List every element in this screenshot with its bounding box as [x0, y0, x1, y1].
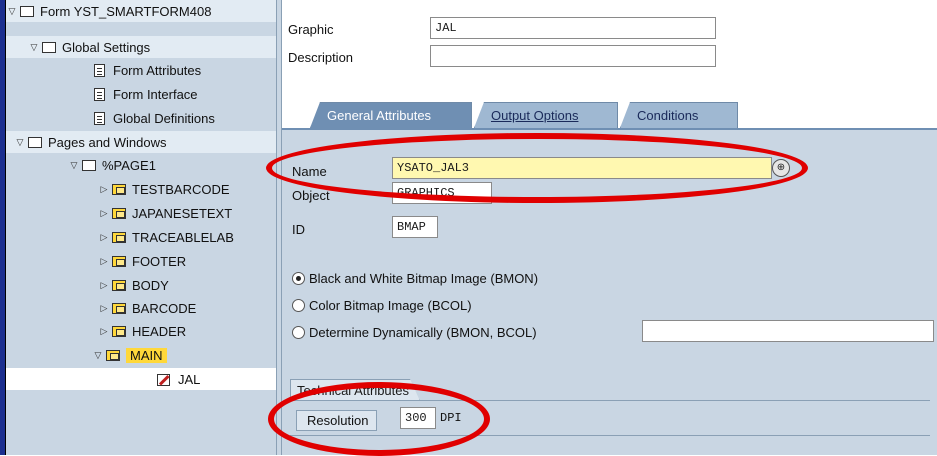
object-field[interactable]: GRAPHICS	[392, 182, 492, 204]
folder-icon	[42, 41, 56, 53]
graphic-label: Graphic	[288, 22, 334, 37]
tab-conditions[interactable]: Conditions	[620, 102, 738, 128]
triangle-right-icon[interactable]: ▷	[98, 184, 110, 195]
tree-node-window[interactable]: ▷ BODY	[6, 274, 276, 296]
tree-label: JAPANESETEXT	[132, 205, 233, 221]
header-area: Graphic JAL Description General Attribut…	[282, 0, 937, 128]
radio-label: Color Bitmap Image (BCOL)	[309, 298, 472, 313]
group-title: Technical Attributes	[297, 383, 410, 398]
window-icon	[106, 349, 120, 361]
resolution-unit: DPI	[440, 411, 462, 425]
tree-node-window[interactable]: ▷ BARCODE	[6, 297, 276, 319]
tree-node-form-interface[interactable]: Form Interface	[6, 83, 276, 105]
window-icon	[112, 183, 126, 195]
document-icon	[94, 87, 105, 101]
triangle-down-icon[interactable]: ▽	[68, 160, 80, 171]
tree-node-global-definitions[interactable]: Global Definitions	[6, 107, 276, 129]
tree-label: %PAGE1	[102, 157, 156, 173]
triangle-right-icon[interactable]: ▷	[98, 208, 110, 219]
id-label: ID	[292, 222, 305, 237]
radio-dynamic[interactable]: Determine Dynamically (BMON, BCOL)	[292, 325, 537, 340]
window-icon	[112, 255, 126, 267]
tree-node-window[interactable]: ▷ HEADER	[6, 320, 276, 342]
tree-label: TESTBARCODE	[132, 181, 230, 197]
tree-node-pages-and-windows[interactable]: ▽ Pages and Windows	[6, 131, 276, 153]
tree-label: FOOTER	[132, 253, 187, 269]
tree-label: BODY	[132, 277, 169, 293]
tree-label: Global Settings	[62, 39, 151, 55]
radio-bcol[interactable]: Color Bitmap Image (BCOL)	[292, 298, 472, 313]
resolution-label: Resolution	[296, 410, 378, 431]
tree-label: MAIN	[126, 347, 167, 363]
node-editor: Graphic JAL Description General Attribut…	[282, 0, 937, 455]
radio-button[interactable]	[292, 299, 305, 312]
tree-node-window[interactable]: ▷ JAPANESETEXT	[6, 202, 276, 224]
triangle-down-icon[interactable]: ▽	[6, 6, 18, 17]
graphic-icon	[156, 372, 172, 386]
triangle-right-icon[interactable]: ▷	[98, 326, 110, 337]
triangle-down-icon[interactable]: ▽	[92, 350, 104, 361]
object-label: Object	[292, 188, 330, 203]
form-tree: ▽ Form YST_SMARTFORM408 ▽ Global Setting…	[6, 0, 276, 455]
tree-label: JAL	[178, 371, 201, 387]
tab-output-options[interactable]: Output Options	[474, 102, 618, 128]
name-label: Name	[292, 164, 327, 179]
triangle-down-icon[interactable]: ▽	[14, 137, 26, 148]
tree-node-root[interactable]: ▽ Form YST_SMARTFORM408	[6, 0, 276, 22]
tree-node-window[interactable]: ▷ TESTBARCODE	[6, 178, 276, 200]
document-icon	[94, 111, 105, 125]
tab-general-attributes[interactable]: General Attributes	[310, 102, 472, 128]
description-label: Description	[288, 50, 354, 65]
page-icon	[82, 159, 96, 171]
name-field[interactable]: YSATO_JAL3	[392, 157, 772, 179]
graphic-name-field[interactable]: JAL	[430, 17, 716, 39]
tab-label: General Attributes	[327, 108, 432, 123]
folder-icon	[20, 5, 34, 17]
window-icon	[112, 302, 126, 314]
triangle-right-icon[interactable]: ▷	[98, 256, 110, 267]
tree-label: TRACEABLELAB	[132, 229, 234, 245]
triangle-right-icon[interactable]: ▷	[98, 303, 110, 314]
technical-attributes-tab: Technical Attributes	[290, 379, 420, 401]
tab-label: Output Options	[491, 108, 579, 123]
folder-icon	[28, 136, 42, 148]
radio-label: Black and White Bitmap Image (BMON)	[309, 271, 539, 286]
window-icon	[112, 207, 126, 219]
tree-node-window[interactable]: ▷ FOOTER	[6, 250, 276, 272]
tree-label: Form YST_SMARTFORM408	[40, 3, 212, 19]
triangle-right-icon[interactable]: ▷	[98, 232, 110, 243]
radio-bmon[interactable]: Black and White Bitmap Image (BMON)	[292, 271, 538, 286]
window-icon	[112, 325, 126, 337]
triangle-right-icon[interactable]: ▷	[98, 280, 110, 291]
technical-attributes-group	[290, 400, 930, 436]
radio-button-selected[interactable]	[292, 272, 305, 285]
tree-empty-area	[6, 392, 276, 455]
tree-label: Form Attributes	[113, 62, 202, 78]
tree-node-window[interactable]: ▷ TRACEABLELAB	[6, 226, 276, 248]
tree-node-form-attributes[interactable]: Form Attributes	[6, 59, 276, 81]
tree-node-global-settings[interactable]: ▽ Global Settings	[6, 36, 276, 58]
triangle-down-icon[interactable]: ▽	[28, 42, 40, 53]
value-help-icon[interactable]: ⊕	[772, 159, 790, 177]
dynamic-field[interactable]	[642, 320, 934, 342]
tab-label: Conditions	[637, 108, 699, 123]
tree-label: HEADER	[132, 323, 187, 339]
radio-label: Determine Dynamically (BMON, BCOL)	[309, 325, 537, 340]
tree-label: Pages and Windows	[48, 134, 167, 150]
description-field[interactable]	[430, 45, 716, 67]
window-icon	[112, 279, 126, 291]
tree-node-main[interactable]: ▽ MAIN	[6, 344, 276, 366]
tree-node-page1[interactable]: ▽ %PAGE1	[6, 154, 276, 176]
window-icon	[112, 231, 126, 243]
id-field[interactable]: BMAP	[392, 216, 438, 238]
tree-node-graphic-jal[interactable]: JAL	[6, 368, 276, 390]
radio-button[interactable]	[292, 326, 305, 339]
resolution-field[interactable]: 300	[400, 407, 436, 429]
tree-label: BARCODE	[132, 300, 197, 316]
tree-label: Form Interface	[113, 86, 198, 102]
tree-label: Global Definitions	[113, 110, 215, 126]
document-icon	[94, 63, 105, 77]
